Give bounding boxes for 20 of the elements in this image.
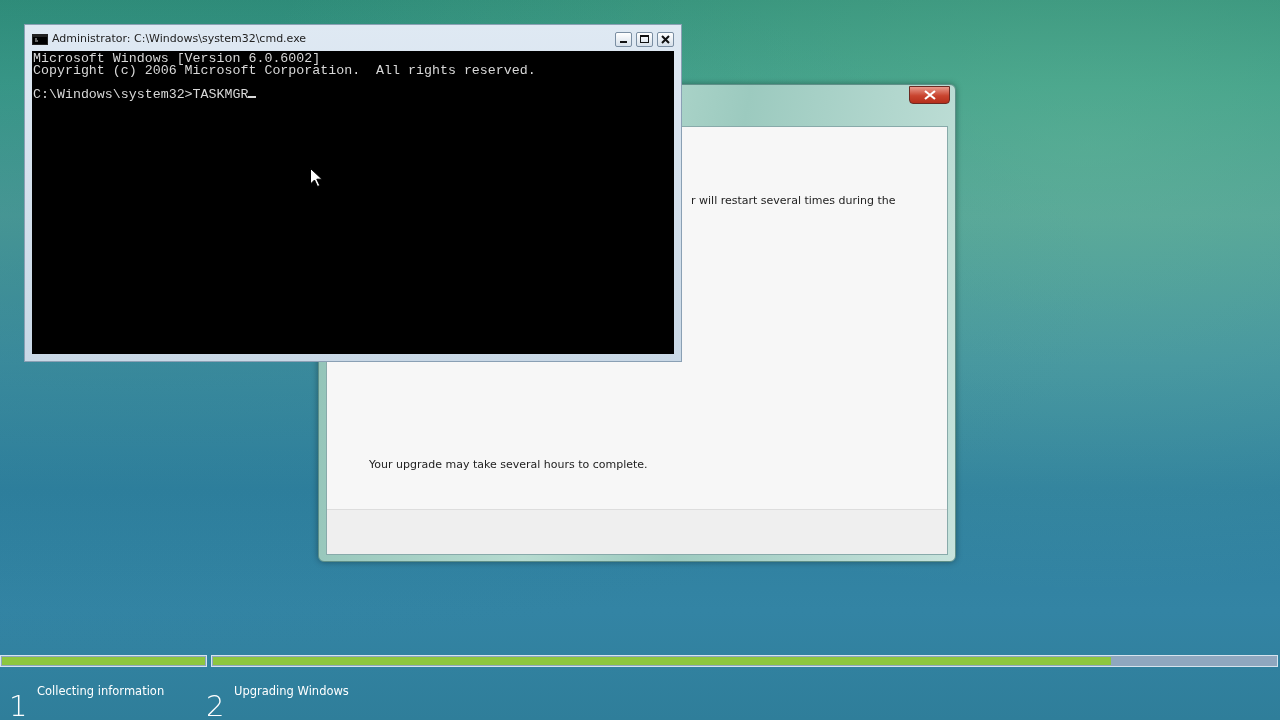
- setup-note: Your upgrade may take several hours to complete.: [369, 456, 649, 473]
- text-cursor: [248, 96, 257, 98]
- step-label: Collecting information: [37, 683, 165, 700]
- console-icon: [32, 33, 48, 45]
- close-button[interactable]: [657, 31, 674, 47]
- close-icon: [923, 90, 936, 100]
- mouse-pointer-icon: [310, 168, 322, 187]
- step-number: 1: [8, 692, 29, 720]
- minimize-button[interactable]: [615, 31, 632, 47]
- close-icon: [661, 34, 670, 44]
- step-label: Upgrading Windows: [234, 683, 349, 700]
- maximize-button[interactable]: [636, 31, 653, 47]
- step-number: 2: [205, 692, 226, 720]
- window-title: Administrator: C:\Windows\system32\cmd.exe: [52, 30, 308, 47]
- setup-message: r will restart several times during the: [691, 193, 897, 209]
- console-line: Copyright (c) 2006 Microsoft Corporation. All rights reserved.: [33, 65, 537, 77]
- maximize-icon: [640, 35, 649, 43]
- console-line: Microsoft Windows [Version 6.0.6002]: [33, 53, 321, 65]
- command-prompt: C:\Windows\system32>TASKMGR: [33, 87, 249, 102]
- close-button[interactable]: [909, 86, 950, 104]
